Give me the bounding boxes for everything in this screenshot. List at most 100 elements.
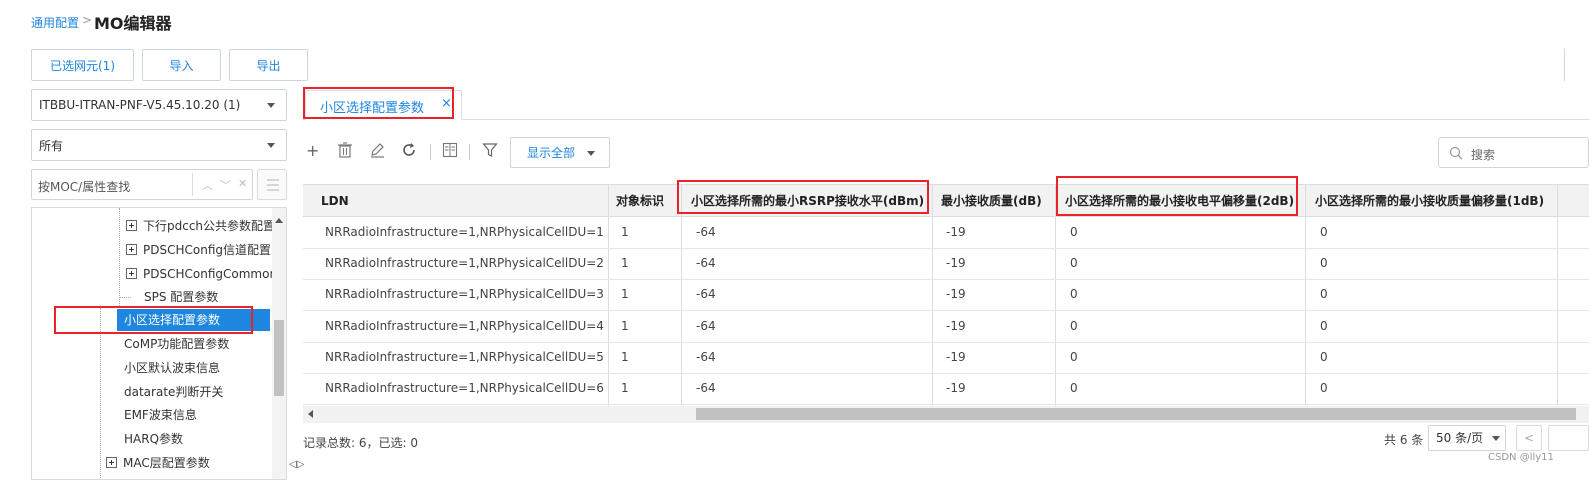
- export-button[interactable]: 导出: [229, 49, 308, 81]
- table-cell[interactable]: 0: [1070, 279, 1078, 310]
- scope-select[interactable]: 所有: [31, 129, 287, 161]
- moc-search-placeholder: 按MOC/属性查找: [38, 180, 131, 194]
- filter-icon[interactable]: [482, 142, 498, 158]
- chevron-down-icon[interactable]: ﹀: [220, 177, 231, 193]
- table-cell[interactable]: 0: [1320, 311, 1328, 342]
- table-cell[interactable]: 1: [621, 217, 629, 248]
- table-cell[interactable]: -64: [696, 279, 716, 310]
- delete-icon[interactable]: [337, 142, 353, 158]
- scroll-left-icon[interactable]: [308, 410, 313, 418]
- table-cell[interactable]: -64: [696, 217, 716, 248]
- table-cell[interactable]: 0: [1070, 373, 1078, 404]
- columns-icon[interactable]: [442, 142, 458, 158]
- table-cell[interactable]: 0: [1070, 311, 1078, 342]
- column-header-object-id[interactable]: 对象标识: [616, 185, 664, 217]
- table-cell[interactable]: NRRadioInfrastructure=1,NRPhysicalCellDU…: [325, 373, 605, 404]
- version-select[interactable]: ITBBU-ITRAN-PNF-V5.45.10.20 (1): [31, 89, 287, 121]
- table-cell[interactable]: NRRadioInfrastructure=1,NRPhysicalCellDU…: [325, 217, 605, 248]
- page-title: MO编辑器: [94, 14, 172, 33]
- scroll-up-icon[interactable]: [275, 218, 283, 223]
- table-cell[interactable]: -19: [946, 373, 966, 404]
- search-placeholder: 搜索: [1471, 148, 1496, 162]
- next-page-button[interactable]: [1548, 425, 1589, 451]
- breadcrumb-separator: >: [82, 13, 93, 27]
- breadcrumb-link-general-config[interactable]: 通用配置: [31, 14, 79, 31]
- table-cell[interactable]: NRRadioInfrastructure=1,NRPhysicalCellDU…: [325, 279, 605, 310]
- table-cell[interactable]: -19: [946, 248, 966, 279]
- tree-item-pdsch-config-common[interactable]: PDSCHConfigCommon信: [126, 263, 286, 285]
- table-cell[interactable]: 0: [1320, 373, 1328, 404]
- tree-item-sps-config[interactable]: SPS 配置参数: [144, 286, 218, 308]
- table-cell[interactable]: 0: [1070, 342, 1078, 373]
- table-cell[interactable]: -19: [946, 311, 966, 342]
- table-horizontal-scrollbar[interactable]: [303, 406, 1589, 423]
- table-cell[interactable]: -19: [946, 217, 966, 248]
- show-all-dropdown[interactable]: 显示全部: [510, 137, 610, 168]
- expand-icon[interactable]: [126, 268, 137, 279]
- table-cell[interactable]: -64: [696, 342, 716, 373]
- clear-icon[interactable]: ✕: [238, 177, 247, 190]
- toolbar-separator: [469, 144, 470, 160]
- add-icon[interactable]: +: [306, 141, 319, 160]
- table-cell[interactable]: -64: [696, 311, 716, 342]
- close-icon[interactable]: ×: [441, 96, 452, 111]
- table-cell[interactable]: 1: [621, 311, 629, 342]
- prev-page-button[interactable]: <: [1516, 425, 1542, 451]
- table-cell[interactable]: NRRadioInfrastructure=1,NRPhysicalCellDU…: [325, 342, 605, 373]
- expand-icon[interactable]: [126, 220, 137, 231]
- table-cell[interactable]: 1: [621, 279, 629, 310]
- tree-item-default-beam[interactable]: 小区默认波束信息: [124, 357, 220, 379]
- column-header-min-level-offset[interactable]: 小区选择所需的最小接收电平偏移量(2dB): [1065, 185, 1294, 217]
- chevron-up-icon[interactable]: ︿: [202, 177, 213, 193]
- column-header-min-quality[interactable]: 最小接收质量(dB): [941, 185, 1042, 217]
- list-icon: [267, 179, 279, 191]
- tree-scrollbar[interactable]: [272, 208, 286, 479]
- column-header-min-rsrp[interactable]: 小区选择所需的最小RSRP接收水平(dBm): [691, 185, 924, 217]
- expand-icon[interactable]: [126, 244, 137, 255]
- table-cell[interactable]: -64: [696, 248, 716, 279]
- collapse-panel-icon[interactable]: ◁▷: [289, 459, 304, 470]
- column-header-ldn[interactable]: LDN: [321, 185, 349, 217]
- tree-item-pdcch-common[interactable]: 下行pdcch公共参数配置: [126, 215, 275, 237]
- moc-search-input[interactable]: 按MOC/属性查找 ︿ ﹀ ✕: [31, 169, 253, 200]
- list-view-button[interactable]: [257, 169, 287, 200]
- table-cell[interactable]: -19: [946, 342, 966, 373]
- tab-bar-line: [303, 119, 1589, 120]
- moc-tree[interactable]: 下行pdcch公共参数配置 PDSCHConfig信道配置 PDSCHConfi…: [31, 207, 287, 480]
- table-cell[interactable]: 0: [1320, 248, 1328, 279]
- table-cell[interactable]: NRRadioInfrastructure=1,NRPhysicalCellDU…: [325, 311, 605, 342]
- expand-icon[interactable]: [106, 457, 117, 468]
- import-button[interactable]: 导入: [142, 49, 221, 81]
- table-cell[interactable]: 1: [621, 248, 629, 279]
- tree-item-datarate-switch[interactable]: datarate判断开关: [124, 381, 223, 403]
- tree-scroll-thumb[interactable]: [274, 320, 284, 396]
- tree-item-comp-config[interactable]: CoMP功能配置参数: [124, 333, 229, 355]
- right-edge-button[interactable]: [1564, 49, 1589, 81]
- horizontal-scroll-thumb[interactable]: [696, 408, 1576, 420]
- tab-cell-selection[interactable]: 小区选择配置参数 ×: [305, 90, 462, 120]
- refresh-icon[interactable]: [401, 142, 417, 158]
- table-cell[interactable]: 0: [1070, 248, 1078, 279]
- edit-icon[interactable]: [369, 142, 385, 158]
- table-cell[interactable]: 1: [621, 342, 629, 373]
- page-size-select[interactable]: 50 条/页: [1428, 425, 1506, 451]
- tree-item-cell-selection[interactable]: 小区选择配置参数: [117, 309, 270, 331]
- column-header-min-quality-offset[interactable]: 小区选择所需的最小接收质量偏移量(1dB): [1315, 185, 1544, 217]
- data-table: LDN 对象标识 小区选择所需的最小RSRP接收水平(dBm) 最小接收质量(d…: [303, 184, 1589, 406]
- table-cell[interactable]: -19: [946, 279, 966, 310]
- table-cell[interactable]: -64: [696, 373, 716, 404]
- tree-item-harq[interactable]: HARQ参数: [124, 428, 183, 450]
- tree-item-pdsch-config[interactable]: PDSCHConfig信道配置: [126, 239, 271, 261]
- selected-ne-button[interactable]: 已选网元(1): [31, 49, 134, 81]
- tree-item-mac-config[interactable]: MAC层配置参数: [106, 452, 210, 474]
- tree-item-emf-beam[interactable]: EMF波束信息: [124, 404, 197, 426]
- record-count: 记录总数: 6，已选: 0: [303, 436, 418, 450]
- table-search-input[interactable]: 搜索: [1438, 137, 1589, 168]
- table-cell[interactable]: 1: [621, 373, 629, 404]
- table-cell[interactable]: 0: [1320, 342, 1328, 373]
- table-cell[interactable]: 0: [1320, 279, 1328, 310]
- table-cell[interactable]: 0: [1320, 217, 1328, 248]
- table-cell[interactable]: 0: [1070, 217, 1078, 248]
- table-cell[interactable]: NRRadioInfrastructure=1,NRPhysicalCellDU…: [325, 248, 605, 279]
- toolbar-separator: [430, 144, 431, 160]
